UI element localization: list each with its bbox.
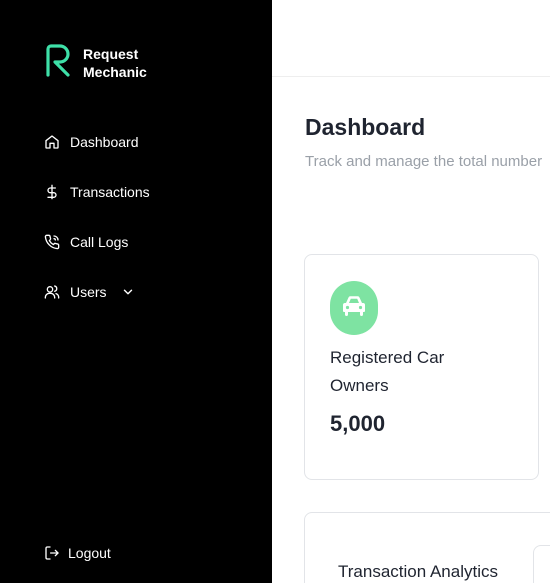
sidebar-item-dashboard[interactable]: Dashboard <box>44 129 150 155</box>
top-bar <box>272 0 550 77</box>
logout-button[interactable]: Logout <box>44 545 111 561</box>
sidebar-item-call-logs[interactable]: Call Logs <box>44 229 150 255</box>
stat-value: 5,000 <box>330 411 386 436</box>
sidebar-item-users[interactable]: Users <box>44 279 150 305</box>
home-icon <box>44 134 60 150</box>
brand-line-2: Mechanic <box>83 63 147 80</box>
brand-line-1: Request <box>83 45 139 62</box>
logout-icon <box>44 545 60 561</box>
panel-title: Transaction Analytics <box>338 562 498 581</box>
sidebar-item-label: Call Logs <box>70 234 129 250</box>
phone-icon <box>44 234 60 250</box>
sidebar-nav: Dashboard Transactions Call Logs Users <box>44 129 150 329</box>
page-subtitle: Track and manage the total number <box>305 153 543 170</box>
sidebar: Request Mechanic Dashboard Transactions … <box>0 0 272 583</box>
stat-card-registered-car-owners: Registered Car Owners 5,000 <box>304 254 539 480</box>
dollar-icon <box>44 184 60 200</box>
users-icon <box>44 284 60 300</box>
transaction-analytics-panel: Transaction Analytics <box>304 512 550 583</box>
sidebar-item-label: Dashboard <box>70 134 139 150</box>
page-title: Dashboard <box>305 114 426 140</box>
brand-logo[interactable]: Request Mechanic <box>44 43 147 82</box>
logout-label: Logout <box>68 545 111 561</box>
sidebar-item-transactions[interactable]: Transactions <box>44 179 150 205</box>
stat-label: Registered Car Owners <box>330 348 445 395</box>
brand-name: Request Mechanic <box>83 45 147 81</box>
analytics-filter-box[interactable] <box>533 545 550 583</box>
car-icon <box>341 295 367 322</box>
chevron-down-icon[interactable] <box>121 285 135 299</box>
sidebar-item-label: Transactions <box>70 184 150 200</box>
logo-mark-icon <box>44 43 76 82</box>
sidebar-item-label: Users <box>70 284 107 300</box>
stat-badge <box>330 281 378 335</box>
